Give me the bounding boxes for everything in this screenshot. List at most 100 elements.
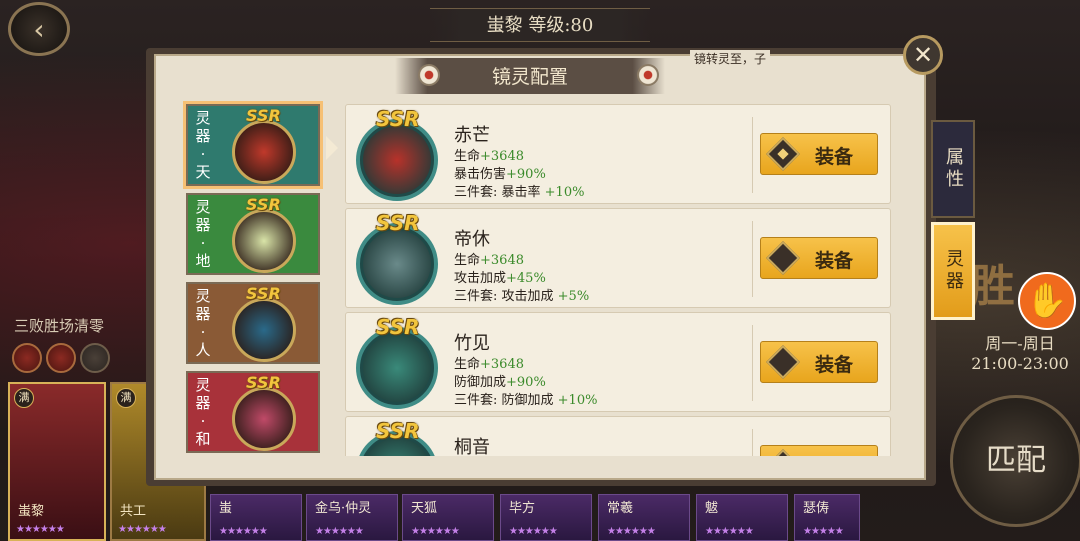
equip-button[interactable]: 装备 [760, 133, 878, 175]
spirit-orb-icon [356, 119, 438, 201]
slot-tab-heaven[interactable]: 灵器 · 天 SSR [183, 101, 323, 189]
stat-set-bonus: 三件套: 暴击率 +10% [454, 185, 585, 200]
slot-label-char: 器 [195, 127, 211, 145]
ssr-badge: SSR [376, 107, 420, 131]
hero-card[interactable]: 常羲 ★★★★★★ [598, 494, 690, 541]
tab-attributes[interactable]: 属性 [931, 120, 975, 218]
slot-label-char: 灵 [195, 198, 211, 216]
slot-label: 灵器 · 人 [188, 284, 218, 362]
schedule-days: 周一-周日 [985, 334, 1055, 353]
streak-dot-icon [12, 343, 42, 373]
level-max-badge: 满 [116, 388, 136, 408]
ssr-badge: SSR [376, 419, 420, 443]
streak-indicators [12, 343, 110, 373]
slot-label-char: 和 [195, 430, 211, 448]
row-divider [752, 117, 753, 193]
hero-card-name: 金乌·仲灵 [315, 501, 372, 516]
equip-button[interactable] [760, 445, 878, 456]
spirit-orb-icon [232, 209, 296, 273]
spirit-row: SSR 竹见 生命+3648 防御加成+90% 三件套: 防御加成 +10% 装… [345, 312, 891, 412]
hero-card-name: 魃 [705, 501, 719, 516]
spirit-orb-icon [232, 120, 296, 184]
hero-card-name: 蚩 [219, 501, 233, 516]
star-rating-icon: ★★★★★★ [705, 526, 754, 537]
schedule-time: 21:00-23:00 [971, 354, 1069, 373]
hero-card-name: 常羲 [607, 501, 634, 516]
streak-dot-icon [80, 343, 110, 373]
ssr-badge: SSR [246, 284, 281, 303]
slot-tab-earth[interactable]: 灵器 · 地 SSR [186, 193, 320, 275]
star-rating-icon: ★★★★★★ [411, 526, 460, 537]
slot-label-char: 灵 [195, 109, 211, 127]
ornament-icon [637, 64, 659, 86]
equip-diamond-icon [766, 137, 800, 171]
hero-card[interactable]: 金乌·仲灵 ★★★★★★ [306, 494, 398, 541]
spirit-list[interactable]: SSR 赤芒 生命+3648 暴击伤害+90% 三件套: 暴击率 +10% 装备… [345, 104, 891, 456]
star-rating-icon: ★★★★★★ [509, 526, 558, 537]
hero-card-name: 蚩黎 [18, 504, 45, 519]
event-schedule: 周一-周日 21:00-23:00 [962, 330, 1078, 373]
row-divider [752, 325, 753, 401]
match-button[interactable]: 匹配 [950, 395, 1080, 527]
equip-diamond-icon [766, 241, 800, 275]
slot-label: 灵器 · 天 [188, 106, 218, 184]
ssr-badge: SSR [376, 315, 420, 339]
star-rating-icon: ★★★★★★ [315, 526, 364, 537]
streak-reset-text: 三败胜场清零 [14, 317, 105, 335]
ssr-badge: SSR [246, 195, 281, 214]
equip-button[interactable]: 装备 [760, 341, 878, 383]
hero-card[interactable]: 毕方 ★★★★★★ [500, 494, 592, 541]
spirit-name: 竹见 [454, 333, 490, 354]
tab-spirit-gear[interactable]: 灵器 [931, 222, 975, 320]
slot-tab-harmony[interactable]: 灵器 · 和 SSR [186, 371, 320, 453]
spirit-row: SSR 帝休 生命+3648 攻击加成+45% 三件套: 攻击加成 +5% 装备 [345, 208, 891, 308]
scrolling-notice: 镜转灵至，子 [690, 50, 771, 67]
slot-label: 灵器 · 和 [188, 373, 218, 451]
slot-label: 灵器 · 地 [188, 195, 218, 273]
star-rating-icon: ★★★★★★ [607, 526, 656, 537]
hero-card[interactable]: 魃 ★★★★★★ [696, 494, 788, 541]
hero-card[interactable]: 瑟俦 ★★★★★ [794, 494, 860, 541]
spirit-orb-icon [232, 387, 296, 451]
stat-set-bonus: 三件套: 攻击加成 +5% [454, 289, 590, 304]
spirit-name: 桐音 [454, 437, 490, 456]
slot-label-char: · [200, 412, 206, 430]
stat-hp: 生命+3648 [454, 149, 524, 164]
slot-label-char: 地 [195, 252, 211, 270]
hero-card-name: 共工 [120, 504, 147, 519]
stat-main: 攻击加成+45% [454, 271, 546, 286]
spirit-row: SSR 桐音 [345, 416, 891, 456]
ornament-icon [418, 64, 440, 86]
stat-main: 暴击伤害+90% [454, 167, 546, 182]
hero-card-name: 天狐 [411, 501, 438, 516]
slot-label-char: 人 [195, 341, 211, 359]
hero-card[interactable]: 蚩 ★★★★★★ [210, 494, 302, 541]
star-rating-icon: ★★★★★★ [219, 526, 268, 537]
stat-hp: 生命+3648 [454, 253, 524, 268]
row-divider [752, 429, 753, 456]
slot-label-char: 灵 [195, 376, 211, 394]
slot-label-char: · [200, 145, 206, 163]
ssr-badge: SSR [376, 211, 420, 235]
spirit-name: 赤芒 [454, 125, 490, 146]
stat-main: 防御加成+90% [454, 375, 546, 390]
streak-dot-icon [46, 343, 76, 373]
hero-card-name: 毕方 [509, 501, 536, 516]
row-divider [752, 221, 753, 297]
hand-icon[interactable]: ✋ [1018, 272, 1076, 330]
hero-card[interactable]: 满 蚩黎 ★★★★★★ [8, 382, 106, 541]
slot-label-char: 器 [195, 394, 211, 412]
star-rating-icon: ★★★★★★ [118, 524, 167, 535]
slot-tab-human[interactable]: 灵器 · 人 SSR [186, 282, 320, 364]
slot-label-char: · [200, 234, 206, 252]
star-rating-icon: ★★★★★ [803, 526, 844, 537]
equip-diamond-icon [766, 449, 800, 456]
level-max-badge: 满 [14, 388, 34, 408]
hero-card[interactable]: 天狐 ★★★★★★ [402, 494, 494, 541]
stat-hp: 生命+3648 [454, 357, 524, 372]
equip-button[interactable]: 装备 [760, 237, 878, 279]
hero-level-title: 蚩黎 等级:80 [430, 8, 650, 42]
slot-label-char: · [200, 323, 206, 341]
back-arrow-icon[interactable]: ‹ [8, 2, 70, 56]
close-icon[interactable]: ✕ [903, 35, 943, 75]
